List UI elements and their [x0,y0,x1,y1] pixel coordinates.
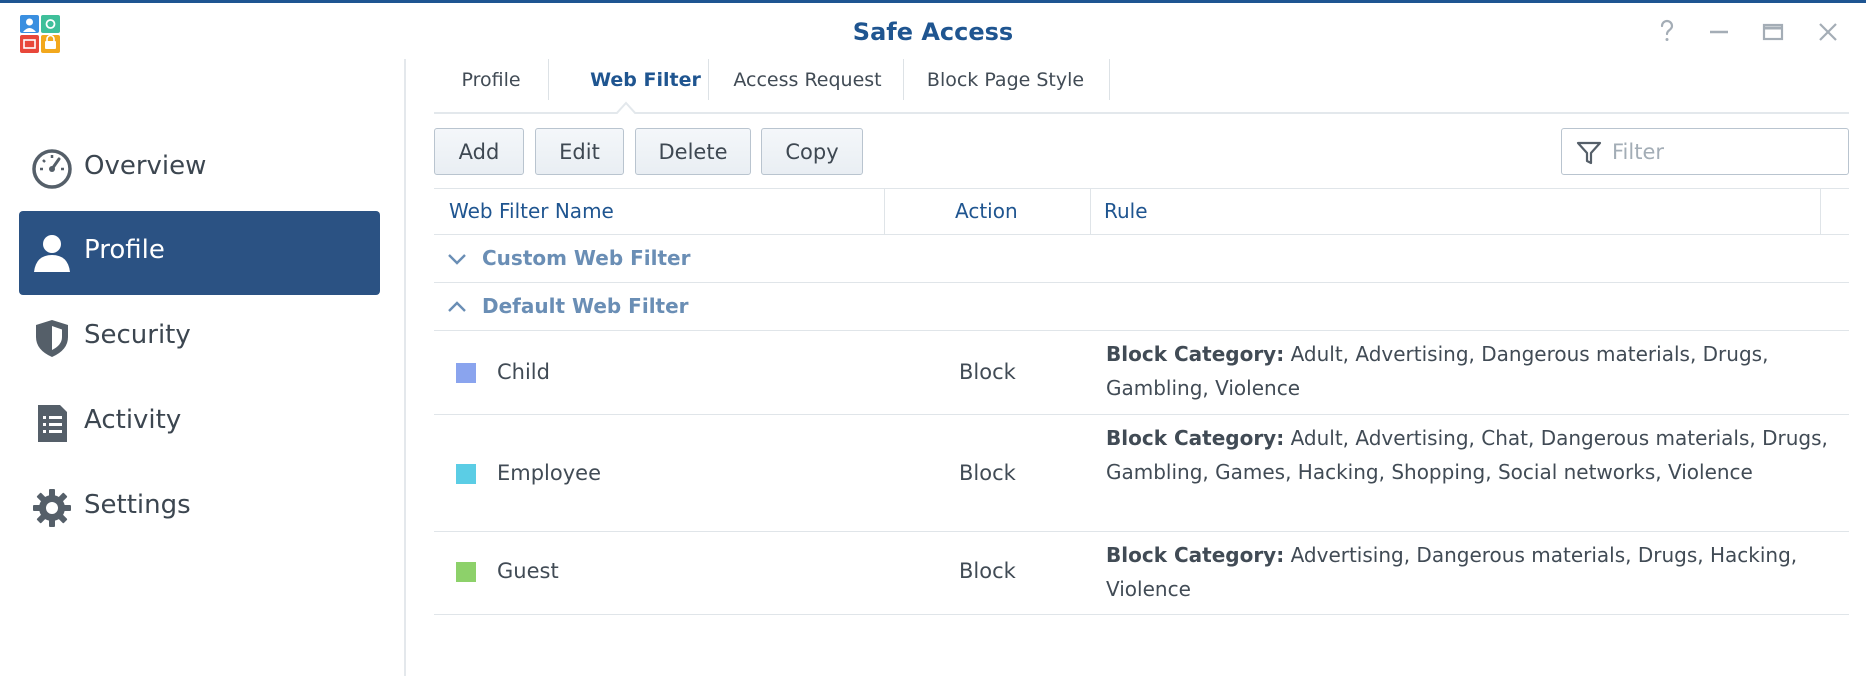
row-action: Block [959,461,1016,485]
delete-button[interactable]: Delete [635,128,751,175]
tab-access-request[interactable]: Access Request [709,59,906,100]
sidebar-item-label: Activity [84,405,182,435]
group-row-default[interactable]: Default Web Filter [434,283,1849,331]
sidebar-item-label: Profile [84,235,165,265]
close-button[interactable] [1813,17,1843,47]
tab-bar: Profile Web Filter Access Request Block … [434,59,1849,114]
table-row-child[interactable]: Child Block Block Category: Adult, Adver… [434,331,1849,415]
filter-field[interactable] [1561,128,1849,175]
table-row-guest[interactable]: Guest Block Block Category: Advertising,… [434,532,1849,615]
sidebar-item-overview[interactable]: Overview [19,127,380,211]
rule-label: Block Category: [1106,543,1285,567]
rule-label: Block Category: [1106,342,1285,366]
column-separator[interactable] [884,189,885,235]
row-action: Block [959,360,1016,384]
active-tab-indicator [616,101,636,114]
column-separator[interactable] [1090,189,1091,235]
color-swatch [456,363,476,383]
add-button[interactable]: Add [434,128,524,175]
sidebar-item-profile[interactable]: Profile [19,211,380,295]
window-title: Safe Access [852,18,1014,46]
help-button[interactable] [1652,17,1682,47]
rule-label: Block Category: [1106,426,1285,450]
filter-icon [1576,141,1602,165]
sidebar: Overview Profile Security Activity Setti… [0,59,404,676]
sidebar-item-label: Settings [84,490,191,520]
group-label: Default Web Filter [482,294,689,318]
close-icon [1819,23,1837,41]
gear-icon [31,487,73,529]
column-header-rule[interactable]: Rule [1104,199,1148,223]
minimize-icon [1710,30,1728,34]
shield-icon [31,317,73,359]
color-swatch [456,562,476,582]
column-separator[interactable] [1820,189,1821,235]
row-name: Child [497,360,550,384]
gauge-icon [31,148,73,190]
color-swatch [456,464,476,484]
maximize-button[interactable] [1758,17,1788,47]
column-header-name[interactable]: Web Filter Name [449,199,614,223]
user-icon [31,232,73,274]
sidebar-item-settings[interactable]: Settings [19,466,380,550]
row-rule: Block Category: Adult, Advertising, Chat… [1106,421,1836,489]
row-name: Guest [497,559,559,583]
sidebar-item-security[interactable]: Security [19,296,380,380]
group-row-custom[interactable]: Custom Web Filter [434,235,1849,283]
tab-block-page-style[interactable]: Block Page Style [904,59,1107,100]
question-icon [1660,19,1674,41]
copy-button[interactable]: Copy [761,128,863,175]
tab-separator [1109,59,1110,100]
row-name: Employee [497,461,602,485]
row-rule: Block Category: Advertising, Dangerous m… [1106,538,1836,606]
sidebar-item-label: Overview [84,151,207,181]
filter-input[interactable] [1612,139,1832,165]
tab-profile[interactable]: Profile [434,59,548,100]
edit-button[interactable]: Edit [535,128,624,175]
report-icon [31,402,73,444]
sidebar-item-activity[interactable]: Activity [19,381,380,465]
maximize-icon [1762,23,1784,41]
sidebar-divider [404,59,406,676]
table-row-employee[interactable]: Employee Block Block Category: Adult, Ad… [434,415,1849,532]
minimize-button[interactable] [1704,17,1734,47]
group-label: Custom Web Filter [482,246,691,270]
sidebar-item-label: Security [84,320,191,350]
row-action: Block [959,559,1016,583]
row-rule: Block Category: Adult, Advertising, Dang… [1106,337,1836,405]
chevron-up-icon [448,301,466,312]
title-bar: Safe Access [0,3,1866,59]
table-header: Web Filter Name Action Rule [434,188,1849,235]
column-header-action[interactable]: Action [955,199,1018,223]
chevron-down-icon [448,254,466,265]
